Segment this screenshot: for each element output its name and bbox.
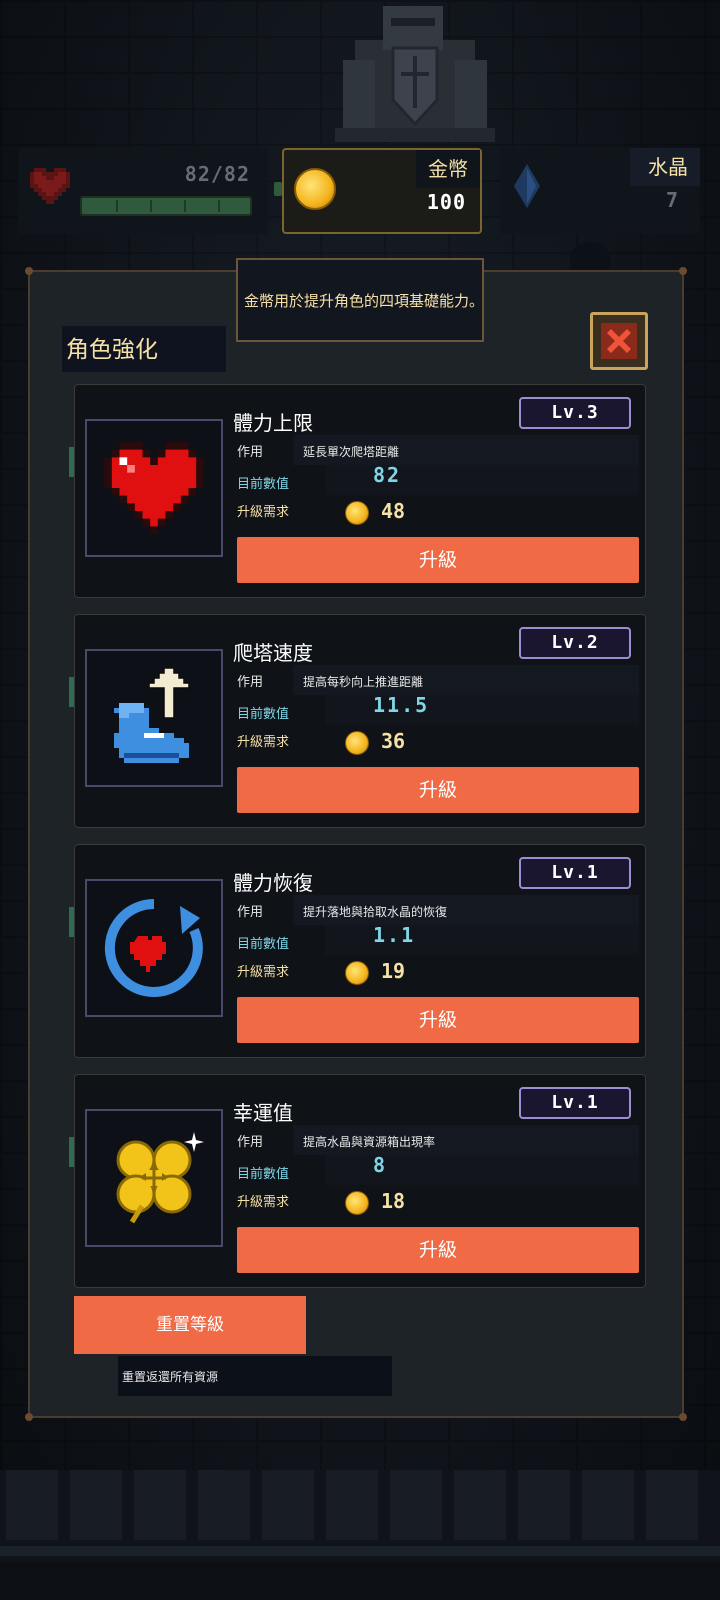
hp-text: 82/82 [184, 162, 250, 186]
effect-label: 作用 [237, 1135, 264, 1150]
card-tab [69, 677, 74, 707]
panel-corner [25, 267, 33, 275]
gold-panel: 金幣 100 [282, 148, 482, 234]
effect-text: 延長單次爬塔距離 [303, 445, 400, 459]
coin-icon [294, 168, 336, 210]
current-label: 目前數值 [237, 1167, 290, 1182]
cost-label: 升級需求 [237, 965, 290, 980]
hp-bar-tick [184, 200, 186, 212]
cost-value: 36 [381, 729, 406, 753]
upgrade-button[interactable]: 升級 [237, 997, 639, 1043]
close-button[interactable] [590, 312, 648, 370]
icon-frame [85, 649, 223, 787]
cost-box [325, 495, 639, 533]
crystal-value: 7 [665, 188, 678, 212]
knight-statue [335, 6, 495, 142]
cost-value: 19 [381, 959, 406, 983]
effect-text: 提升落地與拾取水晶的恢復 [303, 905, 448, 919]
cost-box [325, 725, 639, 763]
level-badge: Lv.3 [519, 397, 631, 429]
cost-value: 18 [381, 1189, 406, 1213]
hp-bar [80, 196, 252, 216]
cost-label: 升級需求 [237, 1195, 290, 1210]
cost-label: 升級需求 [237, 505, 290, 520]
icon-frame [85, 1109, 223, 1247]
hp-panel: 82/82 [18, 148, 282, 234]
upgrade-button[interactable]: 升級 [237, 537, 639, 583]
floor-tiles [0, 1470, 720, 1600]
panel-corner [25, 1413, 33, 1421]
icon-frame [85, 419, 223, 557]
tooltip-text: 金幣用於提升角色的四項基礎能力。 [244, 292, 485, 310]
hp-bar-tick [218, 200, 220, 212]
background-orb [570, 242, 610, 272]
boot-up-arrow-icon [114, 668, 190, 763]
effect-text: 提高水晶與資源箱出現率 [303, 1135, 436, 1149]
level-badge: Lv.1 [519, 857, 631, 889]
panel-corner [679, 1413, 687, 1421]
heart-icon [30, 168, 70, 204]
effect-label: 作用 [237, 445, 264, 460]
level-badge: Lv.1 [519, 1087, 631, 1119]
icon-frame [85, 879, 223, 1017]
current-label: 目前數值 [237, 477, 290, 492]
crystal-label: 水晶 [630, 148, 700, 186]
gold-tooltip: 金幣用於提升角色的四項基礎能力。 [236, 258, 484, 342]
close-icon [601, 323, 637, 359]
level-badge: Lv.2 [519, 627, 631, 659]
card-tab [69, 907, 74, 937]
effect-label: 作用 [237, 675, 264, 690]
card-tab [69, 1137, 74, 1167]
effect-text: 提高每秒向上推進距離 [303, 675, 424, 689]
cost-box [325, 955, 639, 993]
hp-bar-tick [116, 200, 118, 212]
gold-label: 金幣 [416, 150, 480, 188]
upgrade-name: 體力上限 [233, 411, 313, 435]
effect-label: 作用 [237, 905, 264, 920]
current-label: 目前數值 [237, 707, 290, 722]
upgrade-name: 爬塔速度 [233, 641, 313, 665]
cost-label: 升級需求 [237, 735, 290, 750]
current-value: 82 [373, 463, 402, 487]
hp-bar-tick [150, 200, 152, 212]
crystal-icon [514, 164, 540, 208]
current-label: 目前數值 [237, 937, 290, 952]
hp-bar-cap [274, 182, 282, 196]
card-tab [69, 447, 74, 477]
coin-icon [345, 961, 369, 985]
upgrade-name: 體力恢復 [233, 871, 313, 895]
upgrade-name: 幸運值 [233, 1101, 293, 1125]
heart-icon [104, 442, 204, 534]
panel-corner [679, 267, 687, 275]
panel-title: 角色強化 [66, 337, 158, 363]
coin-icon [345, 501, 369, 525]
reset-level-button[interactable]: 重置等級 [74, 1296, 306, 1354]
upgrade-button[interactable]: 升級 [237, 1227, 639, 1273]
crystal-panel: 水晶 7 [500, 148, 700, 234]
upgrade-card-climb-speed: 爬塔速度 Lv.2 作用 提高每秒向上推進距離 目前數值 11.5 升級需求 3… [69, 614, 646, 828]
upgrade-card-luck: 幸運值 Lv.1 作用 提高水晶與資源箱出現率 目前數值 8 升級需求 18 升… [69, 1074, 646, 1288]
current-value: 8 [373, 1153, 388, 1177]
upgrade-card-max-stamina: 體力上限 Lv.3 作用 延長單次爬塔距離 目前數值 82 升級需求 48 升級 [69, 384, 646, 598]
coin-icon [345, 1191, 369, 1215]
reset-description: 重置返還所有資源 [122, 1370, 219, 1384]
gold-value: 100 [426, 190, 466, 214]
current-value: 11.5 [373, 693, 430, 717]
upgrade-card-stamina-regen: 體力恢復 Lv.1 作用 提升落地與拾取水晶的恢復 目前數值 1.1 升級需求 … [69, 844, 646, 1058]
upgrade-button[interactable]: 升級 [237, 767, 639, 813]
heart-regen-icon [104, 898, 203, 997]
coin-icon [345, 731, 369, 755]
cost-value: 48 [381, 499, 406, 523]
clover-icon [116, 1132, 204, 1224]
current-value: 1.1 [373, 923, 416, 947]
cost-box [325, 1185, 639, 1223]
